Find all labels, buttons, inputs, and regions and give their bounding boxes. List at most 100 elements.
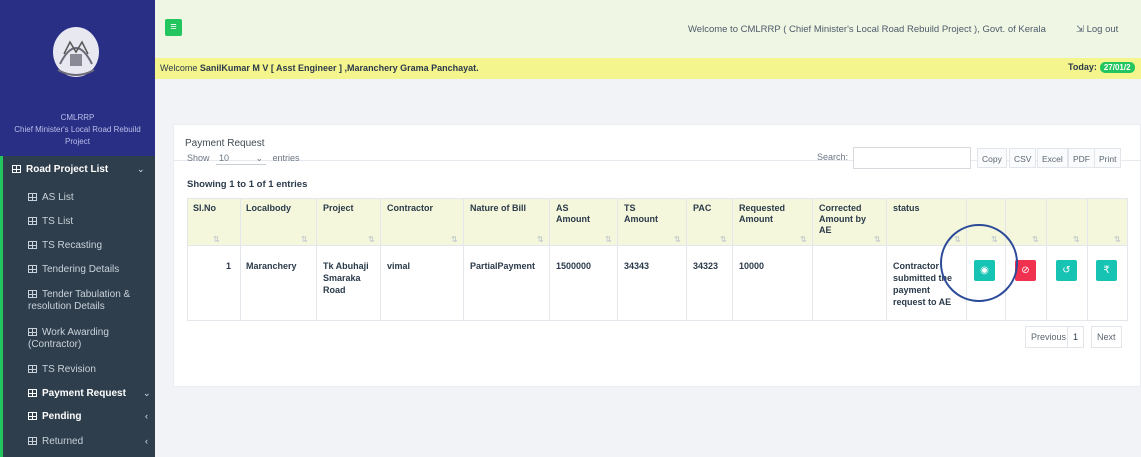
cell-localbody: Maranchery — [246, 261, 297, 271]
sidebar-item-label: TS Revision — [42, 364, 96, 375]
user-name: SanilKumar M V [ Asst Engineer ] ,Maranc… — [199, 63, 479, 73]
payment-button[interactable]: ₹ — [1096, 260, 1117, 281]
grid-icon — [28, 217, 37, 225]
th-status[interactable]: status — [893, 203, 953, 214]
welcome-banner: Welcome to CMLRRP ( Chief Minister's Loc… — [688, 24, 1046, 35]
sort-icon: ⇅ — [720, 235, 727, 244]
csv-button[interactable]: CSV — [1009, 148, 1037, 168]
sidebar-item-ts-revision[interactable]: TS Revision — [28, 364, 96, 376]
table-info: Showing 1 to 1 of 1 entries — [187, 179, 308, 190]
chevron-down-icon: ⌄ — [137, 164, 145, 174]
grid-icon — [28, 328, 37, 336]
th-slno[interactable]: Sl.No — [193, 203, 233, 214]
pagination-next[interactable]: Next — [1091, 326, 1122, 348]
table-col-divider — [1046, 198, 1047, 321]
sidebar-item-tender-tabulation[interactable]: Tender Tabulation & resolution Details — [12, 289, 152, 313]
sidebar-item-label: Pending — [42, 411, 82, 422]
reject-icon: ⊘ — [1021, 265, 1030, 276]
grid-icon — [28, 241, 37, 249]
today-date: Today: 27/01/2 — [1068, 62, 1135, 73]
page-title: Payment Request — [185, 138, 265, 149]
app-root: CMLRRP Chief Minister's Local Road Rebui… — [0, 0, 1141, 457]
show-label: Show — [187, 153, 210, 163]
th-nature-of-bill[interactable]: Nature of Bill — [470, 203, 545, 214]
logout-icon: ⇲ — [1076, 24, 1087, 35]
chevron-down-icon: ⌄ — [255, 153, 264, 163]
cell-contractor: vimal — [387, 261, 411, 271]
sort-icon: ⇅ — [1032, 235, 1039, 244]
table-col-divider — [316, 198, 317, 321]
cell-requested-amount: 10000 — [739, 261, 765, 271]
cell-slno: 1 — [226, 261, 232, 271]
table-col-divider — [617, 198, 618, 321]
grid-icon — [28, 389, 37, 397]
print-button[interactable]: Print — [1094, 148, 1122, 168]
th-as-amount[interactable]: AS Amount — [556, 203, 596, 225]
copy-button[interactable]: Copy — [977, 148, 1007, 168]
sidebar-item-label: AS List — [42, 192, 74, 203]
sort-icon: ⇅ — [451, 235, 458, 244]
today-badge: 27/01/2 — [1099, 62, 1135, 73]
grid-icon — [28, 193, 37, 201]
grid-icon — [28, 365, 37, 373]
sidebar-accent — [0, 156, 3, 457]
table-col-divider — [686, 198, 687, 321]
pagination-previous[interactable]: Previous — [1025, 326, 1073, 348]
pagination-page-1[interactable]: 1 — [1067, 326, 1085, 348]
table-border — [187, 198, 1127, 199]
th-requested-amount[interactable]: Requested Amount — [739, 203, 799, 225]
entries-length-control: Show 10 ⌄ entries — [187, 153, 300, 165]
sidebar-item-pending[interactable]: Pending — [28, 411, 81, 423]
sidebar-item-tendering-details[interactable]: Tendering Details — [28, 264, 119, 276]
table-col-divider — [187, 198, 188, 321]
hamburger-icon: ≡ — [170, 21, 177, 33]
search-label: Search: — [817, 152, 849, 162]
cell-ts-amount: 34343 — [624, 261, 650, 271]
sidebar-item-as-list[interactable]: AS List — [28, 192, 74, 204]
table-col-divider — [1127, 198, 1128, 321]
sort-icon: ⇅ — [537, 235, 544, 244]
grid-icon — [28, 290, 37, 298]
entries-select-value: 10 — [219, 153, 230, 163]
th-pac[interactable]: PAC — [693, 203, 728, 214]
sidebar-item-label: Payment Request — [42, 388, 126, 399]
chevron-left-icon: ‹ — [145, 411, 148, 421]
entries-select[interactable]: 10 ⌄ — [216, 153, 267, 165]
sidebar-item-label: Tender Tabulation & resolution Details — [28, 289, 131, 312]
cell-pac: 34323 — [693, 261, 719, 271]
search-input[interactable] — [853, 147, 971, 169]
table-col-divider — [886, 198, 887, 321]
grid-icon — [28, 265, 37, 273]
th-localbody[interactable]: Localbody — [246, 203, 306, 214]
th-ts-amount[interactable]: TS Amount — [624, 203, 664, 225]
table-col-divider — [812, 198, 813, 321]
pdf-button[interactable]: PDF — [1068, 148, 1095, 168]
menu-toggle-button[interactable]: ≡ — [165, 19, 182, 36]
logout-label: Log out — [1086, 24, 1119, 35]
grid-icon — [12, 165, 21, 173]
sidebar-full-name: Chief Minister's Local Road Rebuild Proj… — [14, 125, 141, 146]
th-contractor[interactable]: Contractor — [387, 203, 457, 214]
sidebar-item-payment-request[interactable]: Payment Request — [28, 388, 126, 400]
sort-icon: ⇅ — [1114, 235, 1121, 244]
sidebar-item-ts-recasting[interactable]: TS Recasting — [28, 240, 102, 252]
table-border — [187, 320, 1127, 321]
sidebar-item-ts-list[interactable]: TS List — [28, 216, 73, 228]
sidebar-item-label: Tendering Details — [42, 264, 120, 275]
sidebar-item-road-project-list[interactable]: Road Project List — [12, 164, 108, 176]
logout-link[interactable]: ⇲ Log out — [1076, 24, 1118, 35]
return-button[interactable]: ↺ — [1056, 260, 1077, 281]
table-col-divider — [549, 198, 550, 321]
excel-button[interactable]: Excel — [1037, 148, 1068, 168]
sidebar-item-returned[interactable]: Returned — [28, 436, 83, 448]
grid-icon — [28, 412, 37, 420]
table-col-divider — [240, 198, 241, 321]
sort-icon: ⇅ — [301, 235, 308, 244]
th-corrected-amount[interactable]: Corrected Amount by AE — [819, 203, 869, 236]
sidebar-item-label: Returned — [42, 436, 84, 447]
reject-button[interactable]: ⊘ — [1015, 260, 1036, 281]
sidebar-item-label: Work Awarding (Contractor) — [28, 327, 109, 350]
th-project[interactable]: Project — [323, 203, 373, 214]
sidebar-item-work-awarding[interactable]: Work Awarding (Contractor) — [12, 327, 152, 351]
return-icon: ↺ — [1062, 265, 1071, 276]
